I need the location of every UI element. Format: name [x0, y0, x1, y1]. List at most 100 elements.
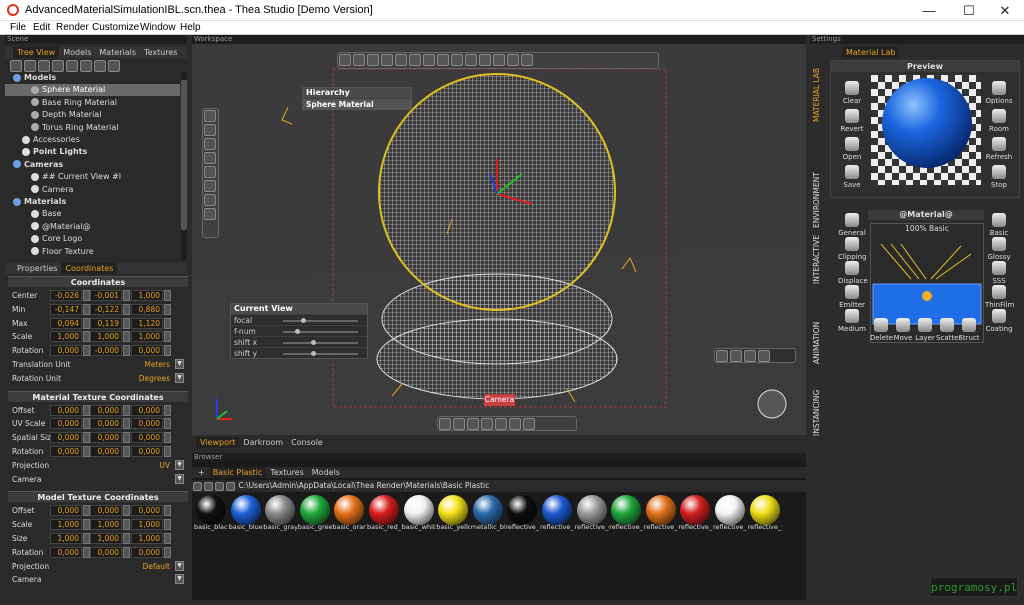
lights-icon[interactable] [381, 54, 393, 66]
coord-value[interactable]: 0,000 [131, 432, 163, 444]
chevron-down-icon[interactable]: ▼ [175, 459, 184, 470]
pivot-icon[interactable] [423, 54, 435, 66]
tree-item[interactable]: @Material@ [5, 221, 180, 233]
general-layer-button[interactable]: General [838, 213, 866, 237]
scatter-button[interactable]: Scatter [936, 318, 961, 342]
maximize-button[interactable]: ☐ [950, 0, 988, 21]
coord-value[interactable]: 0,000 [131, 404, 163, 416]
medium-layer-button[interactable]: Medium [838, 309, 866, 333]
tree-item[interactable]: Core Logo [5, 233, 180, 245]
tree-item[interactable]: Camera [5, 184, 180, 196]
link-icon[interactable] [94, 60, 106, 72]
camera-tool-icon[interactable] [204, 110, 216, 122]
redo-icon[interactable] [367, 54, 379, 66]
material-texture-section[interactable]: Material Texture Coordinates [8, 390, 188, 402]
spinner-icon[interactable] [123, 519, 130, 531]
spinner-icon[interactable] [164, 404, 171, 416]
menu-edit[interactable]: Edit [33, 22, 50, 33]
chevron-down-icon[interactable]: ▼ [175, 359, 184, 369]
material-thumbnail[interactable] [299, 495, 330, 525]
coord-value[interactable]: -0,122 [90, 303, 122, 315]
spinner-icon[interactable] [164, 519, 171, 531]
save-button[interactable]: Save [838, 165, 866, 189]
point-light-icon[interactable] [730, 350, 742, 362]
tab-coordinates[interactable]: Coordinates [61, 263, 118, 274]
pan-icon[interactable] [204, 124, 216, 136]
tab-materials[interactable]: Materials [95, 47, 140, 58]
paste-icon[interactable] [52, 60, 64, 72]
display-mode-icon[interactable] [465, 54, 477, 66]
render-icon[interactable] [204, 194, 216, 206]
coord-value[interactable]: 0,000 [90, 446, 122, 457]
chevron-down-icon[interactable]: ▼ [175, 560, 184, 571]
spinner-icon[interactable] [123, 331, 130, 343]
spinner-icon[interactable] [83, 533, 90, 544]
spinner-icon[interactable] [123, 533, 130, 544]
spinner-icon[interactable] [83, 505, 90, 517]
undo-icon[interactable] [353, 54, 365, 66]
coord-value[interactable]: 0,000 [90, 505, 122, 517]
options-button[interactable]: Options [985, 81, 1013, 105]
tree-item[interactable]: Base Ring Material [5, 97, 180, 109]
material-thumbnail[interactable] [472, 495, 503, 525]
coord-value[interactable]: 0,094 [50, 317, 82, 329]
grid-icon[interactable] [439, 418, 451, 430]
settings-icon[interactable] [509, 418, 521, 430]
copy-icon[interactable] [38, 60, 50, 72]
hierarchy-item[interactable]: Sphere Material [303, 98, 411, 109]
clipping-layer-button[interactable]: Clipping [838, 237, 867, 261]
coord-value[interactable]: 0,000 [90, 404, 122, 416]
spinner-icon[interactable] [164, 345, 171, 357]
spinner-icon[interactable] [123, 446, 130, 457]
spinner-icon[interactable] [83, 331, 90, 343]
coord-value[interactable]: 1,000 [131, 533, 163, 544]
translation-unit-select[interactable]: Translation Unit Meters ▼ [8, 358, 188, 371]
snap-icon[interactable] [395, 54, 407, 66]
chevron-down-icon[interactable]: ▼ [175, 473, 184, 484]
texture-icon[interactable] [204, 208, 216, 220]
coord-value[interactable]: 0,880 [131, 303, 163, 315]
coord-value[interactable]: 0,000 [50, 432, 82, 444]
spinner-icon[interactable] [164, 432, 171, 444]
spot-light-icon[interactable] [716, 350, 728, 362]
camera-icon[interactable] [453, 418, 465, 430]
spinner-icon[interactable] [83, 418, 90, 430]
rotation-unit-select[interactable]: Rotation Unit Degrees ▼ [8, 372, 188, 385]
delete-button[interactable]: Delete [870, 318, 893, 342]
coord-value[interactable]: 0,000 [131, 345, 163, 357]
current-view-row[interactable]: shift y [231, 347, 367, 358]
stop-button[interactable]: Stop [985, 165, 1013, 189]
material-thumbnail[interactable] [645, 495, 676, 525]
coord-value[interactable]: 1,000 [90, 533, 122, 544]
spinner-icon[interactable] [83, 432, 90, 444]
material-thumbnail[interactable] [438, 495, 469, 525]
spinner-icon[interactable] [164, 418, 171, 430]
area-light-icon[interactable] [744, 350, 756, 362]
coord-value[interactable]: 1,000 [50, 331, 82, 343]
spinner-icon[interactable] [123, 505, 130, 517]
material-thumbnail[interactable] [715, 495, 745, 525]
spinner-icon[interactable] [164, 290, 171, 301]
screenshot-icon[interactable] [467, 418, 479, 430]
spinner-icon[interactable] [83, 446, 90, 457]
spinner-icon[interactable] [123, 290, 130, 301]
tree-item[interactable]: Models [5, 72, 180, 84]
tree-item[interactable]: Point Lights [5, 146, 180, 158]
cut-icon[interactable] [24, 60, 36, 72]
current-view-slider[interactable] [283, 351, 358, 356]
close-bar-icon[interactable] [523, 418, 535, 430]
slider-knob[interactable] [311, 351, 316, 356]
chevron-down-icon[interactable]: ▼ [175, 372, 184, 383]
stop-icon[interactable] [521, 54, 533, 66]
tab-properties[interactable]: Properties [13, 263, 61, 274]
tab-viewport[interactable]: Viewport [196, 437, 240, 448]
region-icon[interactable] [495, 418, 507, 430]
tree-item[interactable]: Cameras [5, 159, 180, 171]
tree-item[interactable]: Sphere Material [5, 84, 180, 97]
coord-value[interactable]: 0,000 [50, 546, 82, 558]
tab-material-lab[interactable]: Material Lab [842, 47, 900, 58]
group-icon[interactable] [80, 60, 92, 72]
coord-value[interactable]: 1,000 [90, 331, 122, 343]
material-thumbnail[interactable] [403, 495, 434, 525]
coord-value[interactable]: 0,000 [131, 505, 163, 517]
